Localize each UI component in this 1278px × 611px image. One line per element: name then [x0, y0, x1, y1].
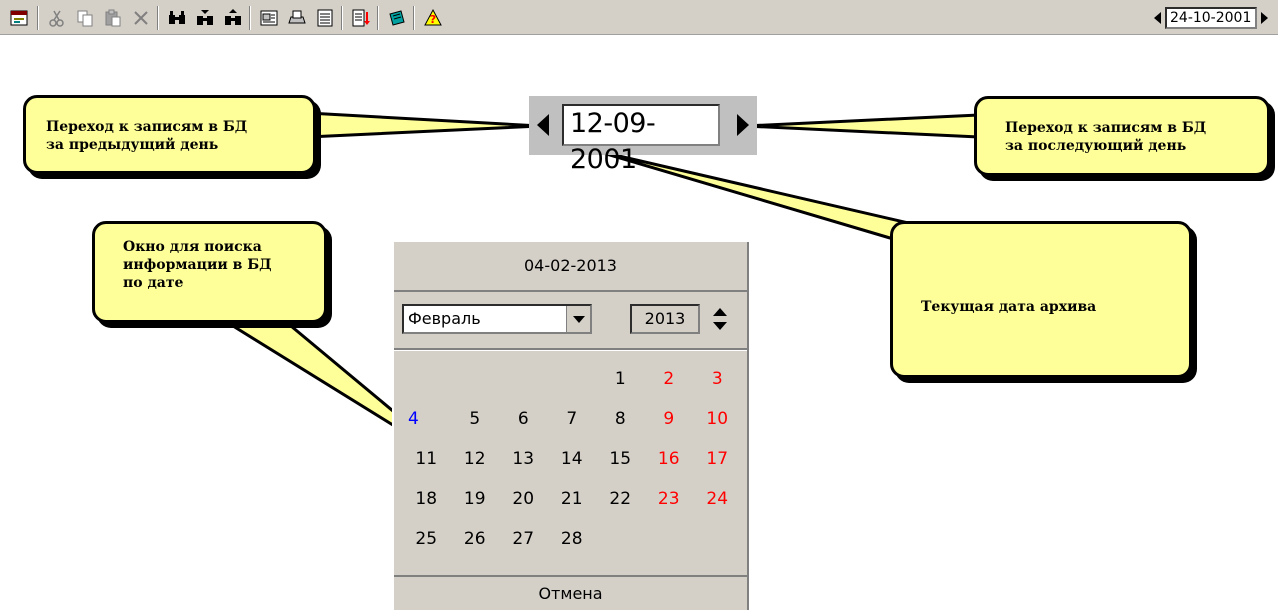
- year-spinner[interactable]: [712, 306, 728, 334]
- calendar-day[interactable]: 5: [451, 407, 500, 447]
- callout-text: информации в БД: [123, 257, 272, 273]
- date-search-calendar: 04-02-2013 Февраль 2013 1 2 3 4 5 6 7 8 9 10 11 12 1…: [392, 242, 749, 610]
- month-select[interactable]: Февраль: [402, 304, 592, 334]
- calendar-day[interactable]: 4: [402, 407, 451, 447]
- calendar-empty-cell: [693, 527, 742, 567]
- next-day-icon[interactable]: [737, 114, 749, 136]
- calendar-empty-cell: [548, 367, 597, 407]
- callout-text: Переход к записям в БД: [46, 119, 248, 135]
- calendar-day[interactable]: 6: [499, 407, 548, 447]
- prev-day-callout-tail: [306, 111, 542, 139]
- next-day-callout: Переход к записям в БД за последующий де…: [974, 96, 1270, 176]
- calendar-day[interactable]: 28: [548, 527, 597, 567]
- calendar-empty-cell: [451, 367, 500, 407]
- calendar-day[interactable]: 19: [451, 487, 500, 527]
- calendar-day[interactable]: 3: [693, 367, 742, 407]
- calendar-day[interactable]: 15: [596, 447, 645, 487]
- calendar-day[interactable]: 11: [402, 447, 451, 487]
- next-day-callout-tail: [743, 113, 981, 139]
- calendar-day[interactable]: 9: [645, 407, 694, 447]
- calendar-day[interactable]: 25: [402, 527, 451, 567]
- search-callout: Окно для поиска информации в БД по дате: [92, 221, 327, 323]
- callout-text: за последующий день: [1005, 138, 1187, 154]
- year-field[interactable]: 2013: [630, 304, 700, 334]
- calendar-day[interactable]: 13: [499, 447, 548, 487]
- calendar-selected-date: 04-02-2013: [394, 242, 747, 292]
- current-date-callout: Текущая дата архива: [890, 221, 1192, 378]
- calendar-divider: [394, 348, 747, 351]
- month-select-value: Февраль: [408, 309, 481, 328]
- year-up-icon[interactable]: [713, 308, 727, 316]
- callout-text: Текущая дата архива: [921, 299, 1097, 315]
- calendar-empty-cell: [596, 527, 645, 567]
- calendar-day[interactable]: 14: [548, 447, 597, 487]
- calendar-day[interactable]: 8: [596, 407, 645, 447]
- calendar-empty-cell: [645, 527, 694, 567]
- calendar-day[interactable]: 2: [645, 367, 694, 407]
- archive-date-field[interactable]: 12-09-2001: [562, 104, 720, 175]
- callout-text: Окно для поиска: [123, 239, 262, 255]
- calendar-day[interactable]: 23: [645, 487, 694, 527]
- current-date-callout-tail: [591, 148, 932, 240]
- calendar-day[interactable]: 26: [451, 527, 500, 567]
- calendar-days-grid: 1 2 3 4 5 6 7 8 9 10 11 12 13 14 15 16 17 18 19 20 21 22 23 24 2…: [402, 367, 742, 567]
- calendar-day[interactable]: 24: [693, 487, 742, 527]
- callout-text: за предыдущий день: [46, 137, 219, 153]
- chevron-down-icon: [572, 315, 585, 323]
- calendar-day[interactable]: 1: [596, 367, 645, 407]
- prev-day-callout: Переход к записям в БД за предыдущий ден…: [23, 95, 316, 174]
- calendar-day[interactable]: 16: [645, 447, 694, 487]
- calendar-day[interactable]: 7: [548, 407, 597, 447]
- calendar-empty-cell: [499, 367, 548, 407]
- calendar-day[interactable]: 21: [548, 487, 597, 527]
- cancel-button[interactable]: Отмена: [394, 575, 747, 610]
- date-navigator: 12-09-2001: [529, 96, 757, 175]
- calendar-day[interactable]: 22: [596, 487, 645, 527]
- calendar-day[interactable]: 10: [693, 407, 742, 447]
- year-down-icon[interactable]: [713, 322, 727, 330]
- callout-text: Переход к записям в БД: [1005, 120, 1207, 136]
- prev-day-icon[interactable]: [537, 114, 549, 136]
- calendar-day[interactable]: 20: [499, 487, 548, 527]
- callout-text: по дате: [123, 275, 184, 291]
- calendar-day[interactable]: 17: [693, 447, 742, 487]
- calendar-day[interactable]: 12: [451, 447, 500, 487]
- month-dropdown-button[interactable]: [566, 306, 590, 332]
- calendar-day[interactable]: 18: [402, 487, 451, 527]
- calendar-day[interactable]: 27: [499, 527, 548, 567]
- calendar-empty-cell: [402, 367, 451, 407]
